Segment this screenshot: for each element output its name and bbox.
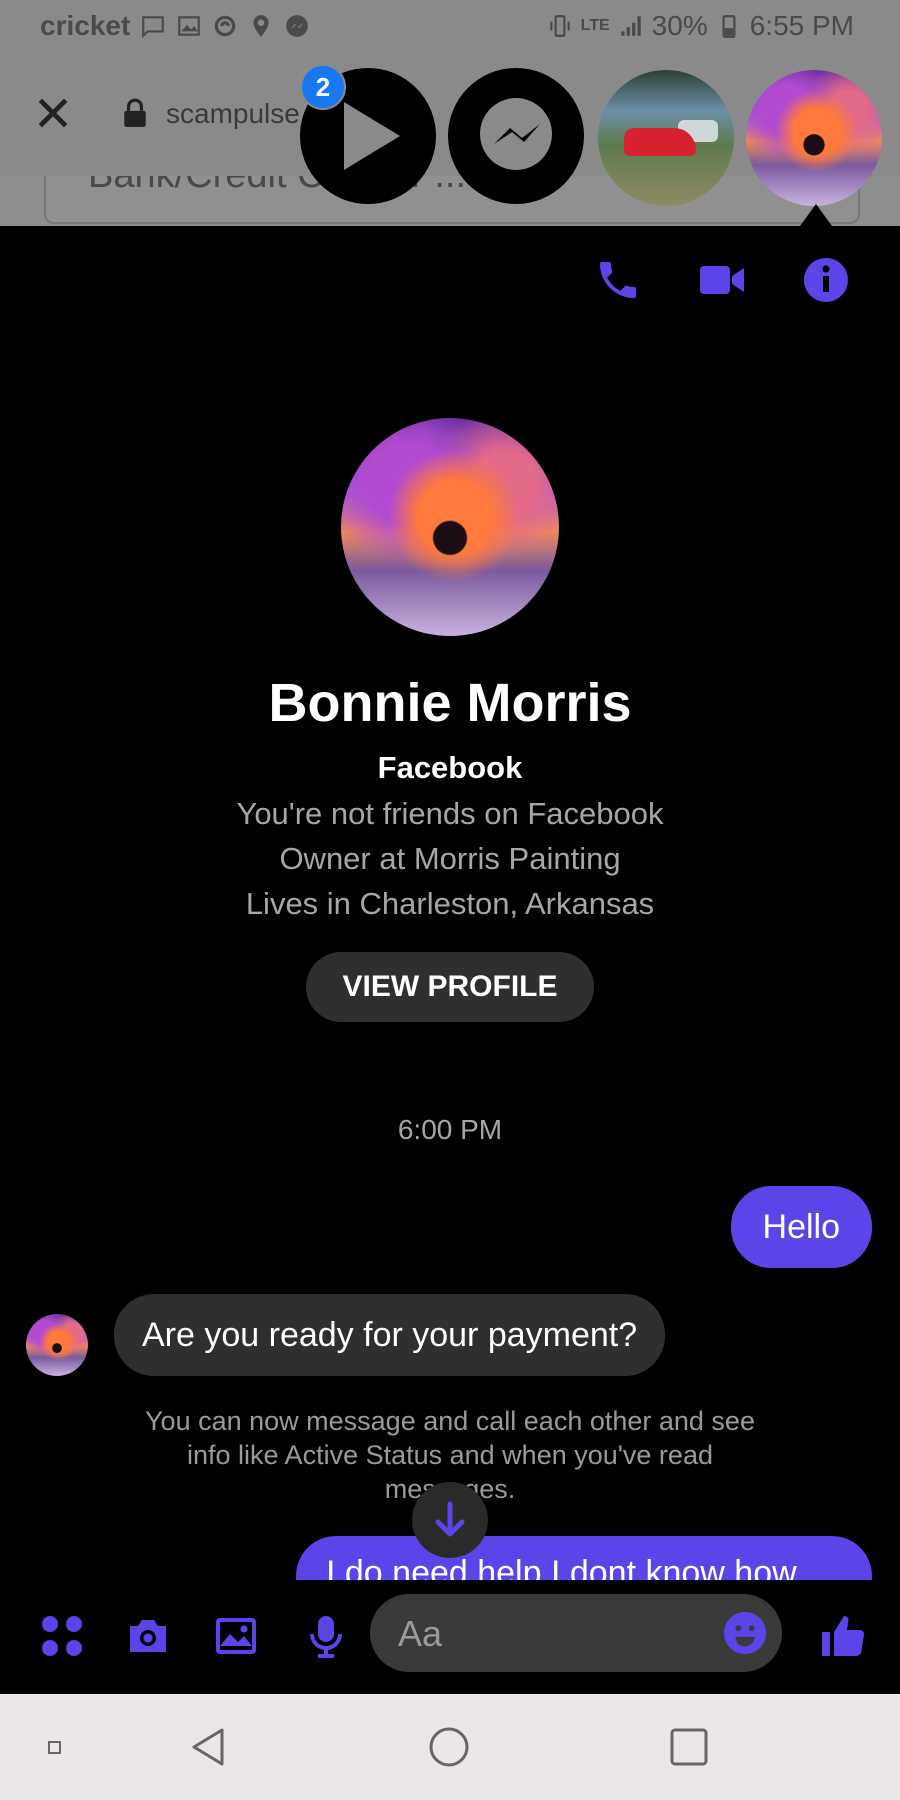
contact-location: Lives in Charleston, Arkansas [245,886,655,921]
carrier-label: cricket [40,10,131,41]
message-notification-icon [142,16,165,39]
system-navigation-bar [0,1694,900,1800]
gallery-icon[interactable] [212,1612,260,1660]
chat-head-bonnie[interactable] [746,70,882,206]
signal-icon [620,16,641,36]
gallery-notification-icon [178,16,201,36]
arrow-down-icon [435,1501,465,1537]
contact-avatar[interactable] [341,418,559,636]
overview-icon[interactable] [664,1722,714,1772]
scroll-to-bottom-button[interactable] [412,1482,488,1558]
battery-percent: 30% [651,10,708,41]
contact-name: Bonnie Morris [268,673,632,733]
chat-head-car-photo[interactable] [598,70,734,206]
message-input[interactable]: Aa [370,1594,782,1672]
partial-message-text: I do need help I dont know how [326,1554,797,1580]
messenger-panel: Bonnie Morris Facebook You're not friend… [0,226,900,1694]
unread-badge: 2 [300,64,346,110]
back-icon[interactable] [184,1722,234,1772]
chat-head-messenger[interactable] [448,68,584,204]
thumbs-up-icon[interactable] [818,1612,866,1660]
camera-icon[interactable] [124,1612,172,1660]
underlying-form-field: Bank/Credit Card or ... [44,176,860,224]
network-label: LTE [580,17,610,34]
car-photo [624,128,696,156]
sync-notification-icon [215,15,236,37]
messenger-notification-icon [286,15,309,37]
friend-status: You're not friends on Facebook [236,796,664,831]
video-call-icon[interactable] [698,256,746,304]
close-icon[interactable] [34,94,72,132]
sender-avatar[interactable] [26,1314,88,1376]
active-head-pointer [800,204,832,226]
status-bar: cricket LTE 30% 6:55 PM [0,0,900,54]
url-text[interactable]: scampulse [166,98,300,130]
clock: 6:55 PM [749,10,854,41]
conversation-actions [594,256,850,304]
info-icon[interactable] [802,256,850,304]
vibrate-icon [549,15,570,37]
lock-icon [124,98,146,127]
home-icon[interactable] [424,1722,474,1772]
message-timestamp: 6:00 PM [397,1114,503,1145]
contact-source: Facebook [377,750,523,785]
view-profile-button[interactable]: VIEW PROFILE [306,952,594,1022]
message-bubble-outgoing-partial[interactable]: I do need help I dont know how [296,1536,872,1580]
location-icon [253,15,269,37]
messenger-icon [480,98,552,170]
emoji-icon[interactable] [722,1610,768,1656]
message-bubble-outgoing[interactable]: Hello [730,1186,872,1268]
phone-call-icon[interactable] [594,256,642,304]
message-bubble-incoming[interactable]: Are you ready for your payment? [114,1294,666,1376]
microphone-icon[interactable] [302,1612,350,1660]
composer-bar: Aa [0,1580,900,1694]
recent-dot-icon[interactable] [30,1722,80,1772]
message-input-placeholder: Aa [398,1613,443,1654]
battery-icon [722,15,736,38]
contact-work: Owner at Morris Painting [279,841,621,876]
more-apps-icon[interactable] [38,1612,86,1660]
